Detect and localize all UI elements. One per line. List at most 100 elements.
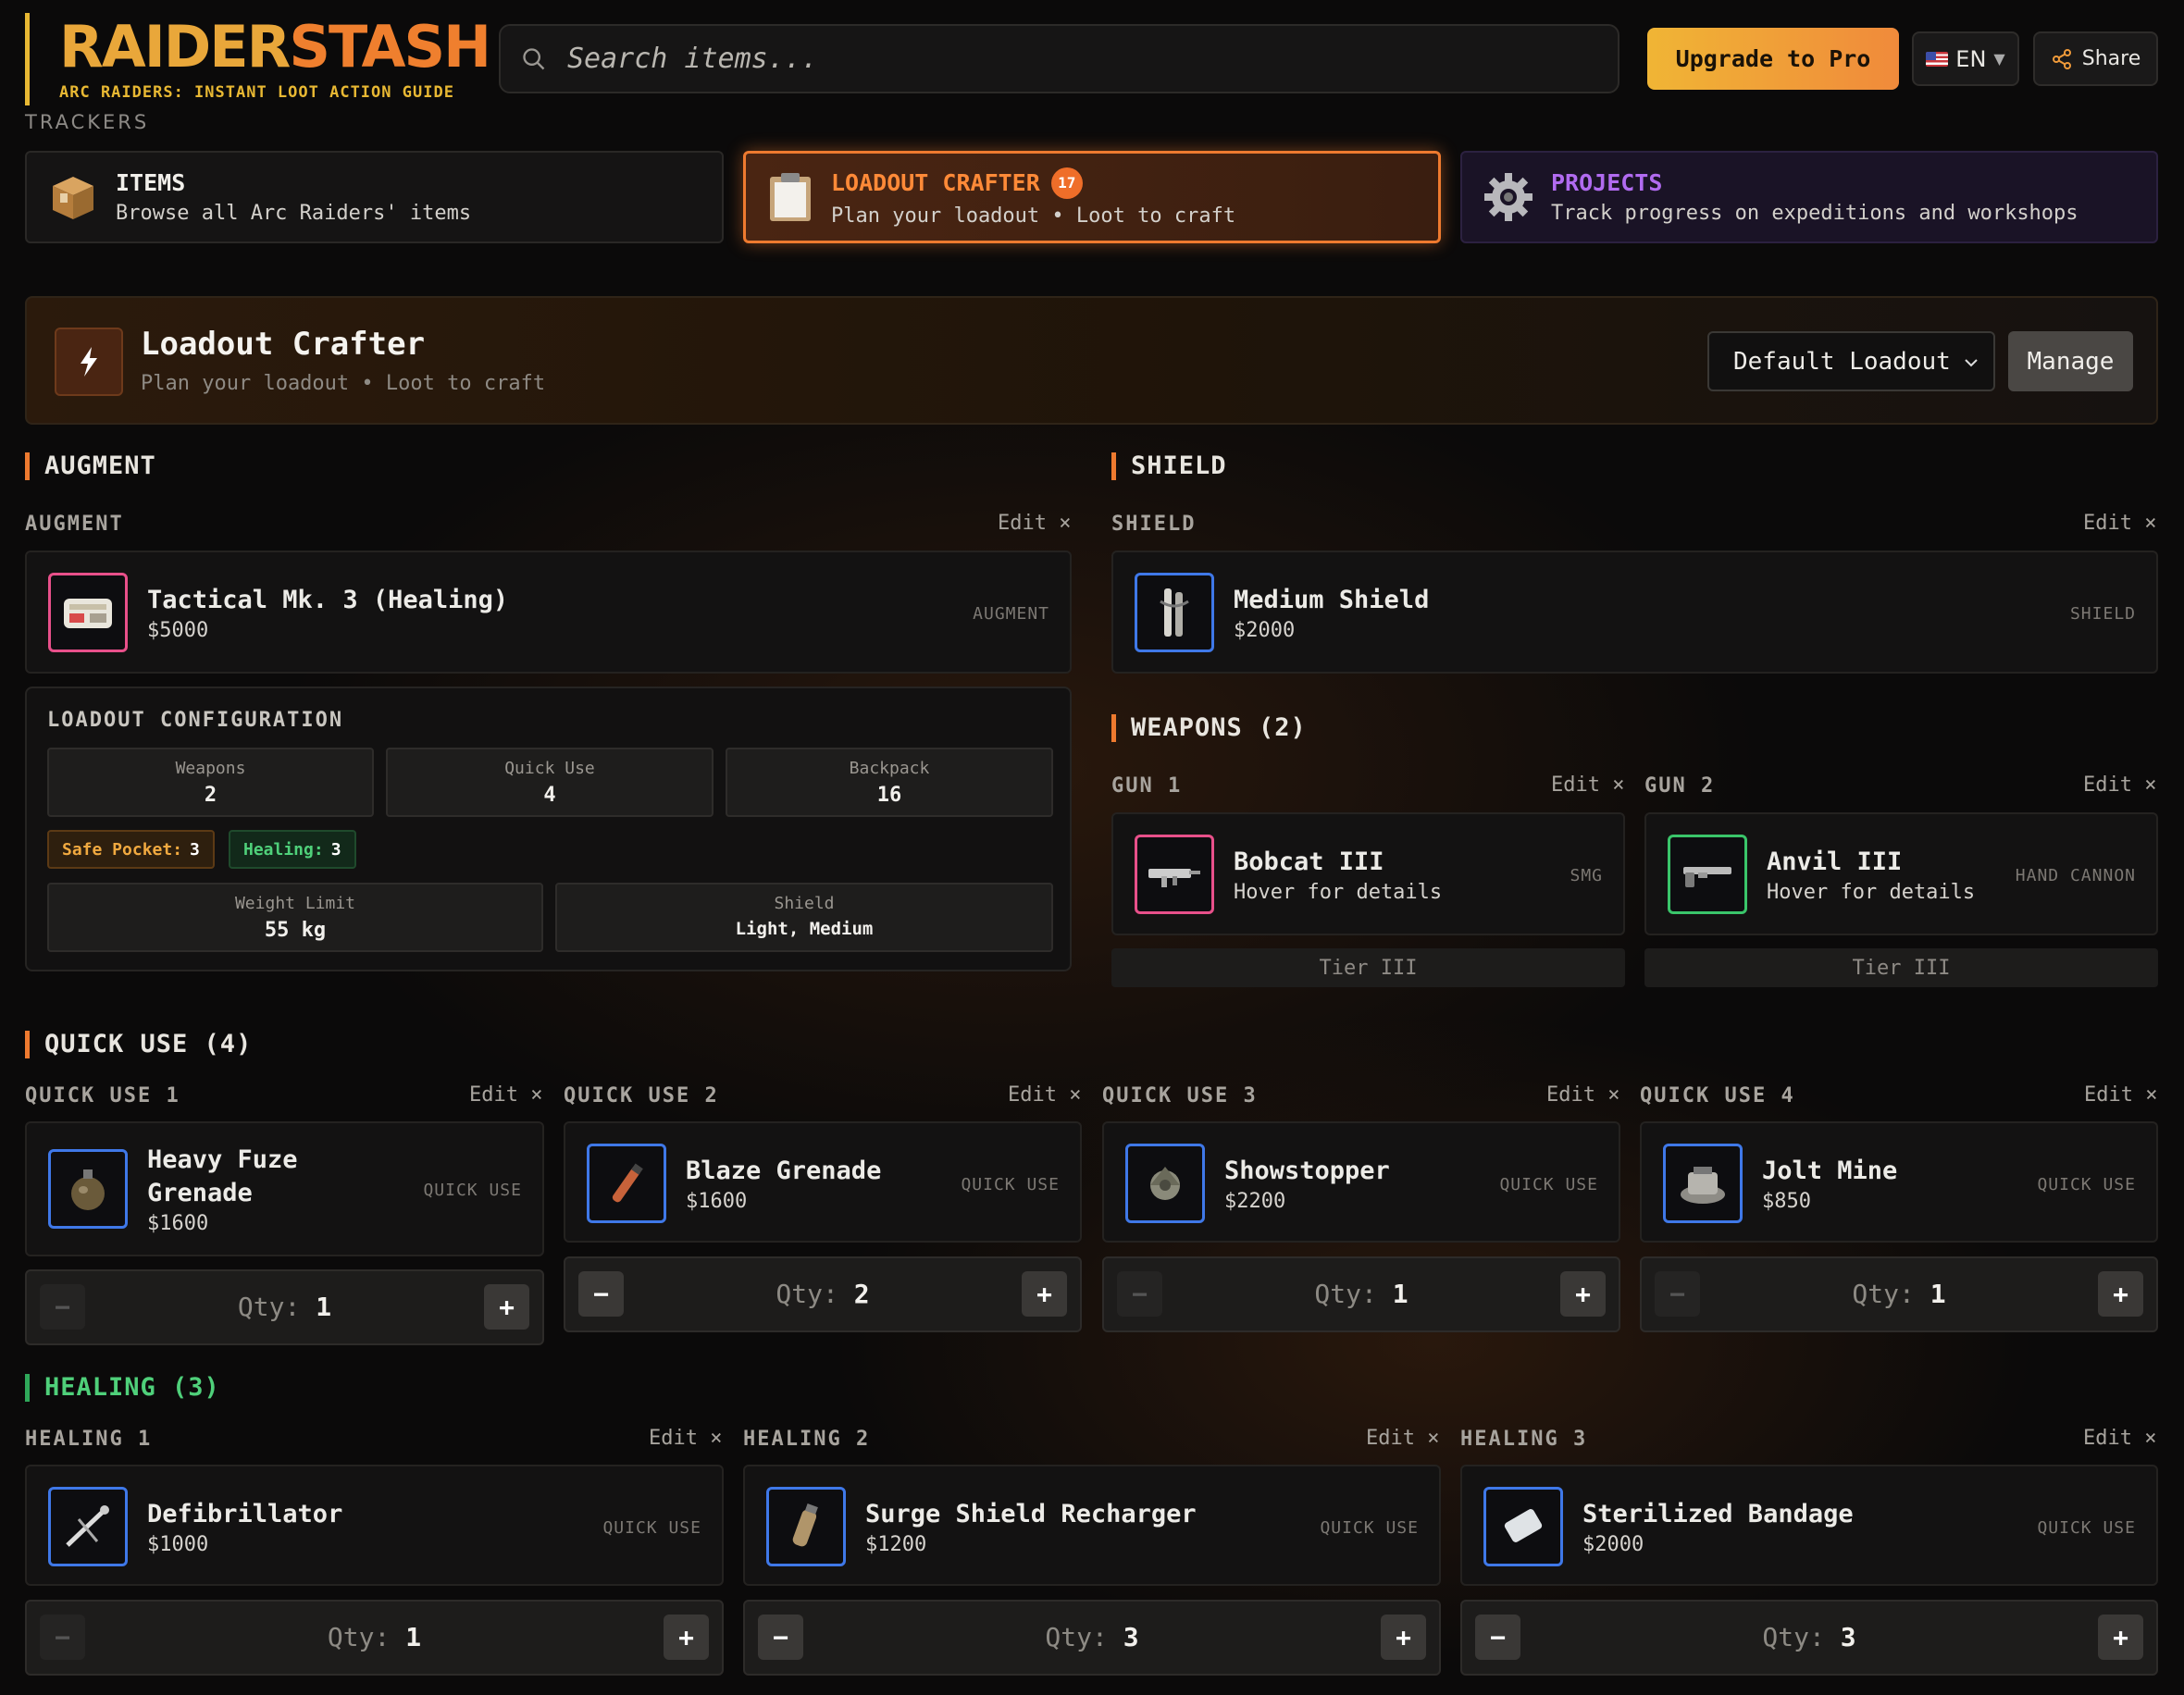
slot-label: HEALING 1	[25, 1428, 153, 1451]
augment-card[interactable]: Tactical Mk. 3 (Healing) $5000 AUGMENT	[25, 551, 1072, 674]
increment-button[interactable]: +	[1381, 1615, 1426, 1660]
language-selector[interactable]: EN ▼	[1912, 31, 2019, 86]
brand-title: RAIDERSTASH	[59, 13, 491, 80]
qty-display: Qty: 1	[1314, 1279, 1408, 1309]
search-input[interactable]	[567, 43, 1585, 75]
grenade-icon	[48, 1149, 128, 1229]
share-button[interactable]: Share	[2033, 31, 2158, 86]
quick-use-card-1[interactable]: Heavy Fuze Grenade $1600 QUICK USE	[25, 1121, 544, 1256]
weapon-card-gun-1[interactable]: Bobcat III Hover for details SMG	[1111, 812, 1625, 935]
close-icon: ×	[530, 1083, 543, 1107]
item-type: QUICK USE	[2037, 1518, 2136, 1538]
quantity-stepper: − Qty: 3 +	[1460, 1600, 2158, 1676]
close-icon: ×	[710, 1427, 723, 1450]
edit-button[interactable]: Edit ×	[469, 1083, 542, 1107]
close-icon: ×	[1069, 1083, 1082, 1107]
tier-indicator: Tier III	[1111, 948, 1625, 987]
tracker-projects[interactable]: PROJECTS Track progress on expeditions a…	[1460, 151, 2158, 243]
increment-button[interactable]: +	[1022, 1271, 1067, 1317]
item-price: $2200	[1224, 1190, 1286, 1213]
healing-badge: Healing: 3	[229, 830, 356, 869]
edit-button[interactable]: Edit ×	[2083, 512, 2156, 535]
loadout-select-value: Default Loadout	[1733, 347, 1951, 376]
healing-card-3[interactable]: Sterilized Bandage $2000 QUICK USE	[1460, 1465, 2158, 1586]
edit-button[interactable]: Edit ×	[2084, 1083, 2157, 1107]
slot-label: AUGMENT	[25, 513, 124, 536]
section-augment-title: AUGMENT	[25, 452, 156, 480]
tracker-subtitle: Plan your loadout • Loot to craft	[831, 204, 1236, 228]
share-label: Share	[2081, 47, 2141, 70]
quantity-stepper: − Qty: 1 +	[25, 1269, 544, 1345]
smg-icon	[1135, 835, 1214, 914]
edit-button[interactable]: Edit ×	[2083, 773, 2156, 797]
increment-button[interactable]: +	[484, 1284, 529, 1330]
item-detail: Hover for details	[1234, 881, 1443, 904]
manage-button[interactable]: Manage	[2008, 331, 2133, 391]
tracker-items[interactable]: ITEMS Browse all Arc Raiders' items	[25, 151, 724, 243]
stat-shield: Shield Light, Medium	[555, 883, 1053, 952]
item-price: $1000	[147, 1533, 209, 1556]
section-weapons-title: WEAPONS (2)	[1111, 713, 1307, 742]
weapon-card-gun-2[interactable]: Anvil III Hover for details HAND CANNON	[1644, 812, 2158, 935]
item-name: Bobcat III	[1234, 848, 1384, 876]
edit-button[interactable]: Edit ×	[1551, 773, 1624, 797]
item-name: Sterilized Bandage	[1582, 1500, 1854, 1528]
item-name: Jolt Mine	[1762, 1157, 1898, 1185]
quick-use-card-3[interactable]: Showstopper $2200 QUICK USE	[1102, 1121, 1620, 1243]
quick-use-card-2[interactable]: Blaze Grenade $1600 QUICK USE	[564, 1121, 1082, 1243]
healing-card-2[interactable]: Surge Shield Recharger $1200 QUICK USE	[743, 1465, 1441, 1586]
section-healing-title: HEALING (3)	[25, 1373, 220, 1402]
close-icon: ×	[1059, 512, 1072, 535]
edit-button[interactable]: Edit ×	[1546, 1083, 1619, 1107]
item-type: QUICK USE	[1320, 1518, 1419, 1538]
slot-label: HEALING 3	[1460, 1428, 1588, 1451]
stat-backpack: Backpack 16	[726, 748, 1053, 817]
language-label: EN	[1955, 45, 1987, 72]
qty-display: Qty: 1	[327, 1622, 422, 1652]
item-type: QUICK USE	[423, 1181, 522, 1200]
edit-button[interactable]: Edit ×	[1008, 1083, 1081, 1107]
loadout-configuration-panel: LOADOUT CONFIGURATION Weapons 2 Quick Use…	[25, 687, 1072, 971]
notification-badge: 17	[1050, 167, 1083, 199]
edit-button[interactable]: Edit ×	[1366, 1427, 1439, 1450]
increment-button[interactable]: +	[664, 1615, 709, 1660]
item-detail: Hover for details	[1767, 881, 1976, 904]
increment-button[interactable]: +	[1560, 1271, 1606, 1317]
item-price: $850	[1762, 1190, 1811, 1213]
blaze-grenade-icon	[587, 1144, 666, 1223]
edit-button[interactable]: Edit ×	[649, 1427, 722, 1450]
augment-item-icon	[48, 573, 128, 652]
stat-weight-limit: Weight Limit 55 kg	[47, 883, 543, 952]
tracker-title: PROJECTS	[1551, 169, 1663, 196]
increment-button[interactable]: +	[2098, 1615, 2143, 1660]
increment-button[interactable]: +	[2098, 1271, 2143, 1317]
item-type: QUICK USE	[602, 1518, 701, 1538]
jolt-mine-icon	[1663, 1144, 1743, 1223]
quick-use-card-4[interactable]: Jolt Mine $850 QUICK USE	[1640, 1121, 2158, 1243]
qty-display: Qty: 3	[1762, 1622, 1856, 1652]
close-icon: ×	[2145, 1083, 2158, 1107]
brand-subtitle: ARC RAIDERS: INSTANT LOOT ACTION GUIDE	[59, 83, 454, 102]
edit-button[interactable]: Edit ×	[2083, 1427, 2156, 1450]
item-name: Medium Shield	[1234, 586, 1430, 614]
close-icon: ×	[2144, 1427, 2157, 1450]
loadout-select[interactable]: Default Loadout	[1707, 331, 1995, 391]
healing-card-1[interactable]: Defibrillator $1000 QUICK USE	[25, 1465, 724, 1586]
gear-icon	[1484, 173, 1533, 221]
loadout-crafter-header: Loadout Crafter Plan your loadout • Loot…	[25, 296, 2158, 425]
item-type: SHIELD	[2069, 604, 2136, 624]
item-type: AUGMENT	[973, 604, 1049, 624]
edit-button[interactable]: Edit ×	[998, 512, 1071, 535]
qty-display: Qty: 3	[1045, 1622, 1139, 1652]
search-bar[interactable]	[499, 24, 1619, 93]
tracker-loadout-crafter[interactable]: LOADOUT CRAFTER 17 Plan your loadout • Lo…	[743, 151, 1441, 243]
shield-card[interactable]: Medium Shield $2000 SHIELD	[1111, 551, 2158, 674]
quantity-stepper: − Qty: 1 +	[1640, 1256, 2158, 1332]
safe-pocket-badge: Safe Pocket: 3	[47, 830, 215, 869]
box-icon	[53, 177, 93, 219]
item-name: Blaze Grenade	[686, 1157, 882, 1185]
upgrade-button[interactable]: Upgrade to Pro	[1647, 28, 1899, 90]
brand-logo[interactable]: RAIDERSTASH ARC RAIDERS: INSTANT LOOT AC…	[25, 13, 491, 105]
showstopper-icon	[1125, 1144, 1205, 1223]
tracker-title: LOADOUT CRAFTER 17	[831, 167, 1235, 199]
